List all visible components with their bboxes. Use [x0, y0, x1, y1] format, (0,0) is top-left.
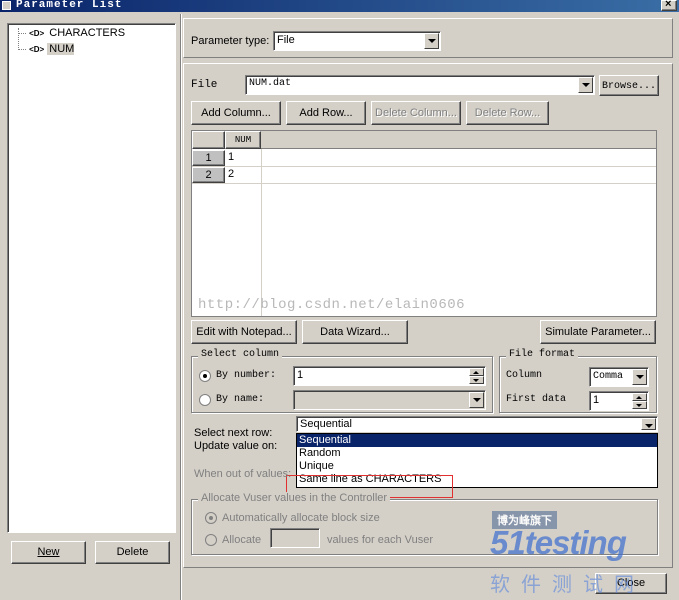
by-name-radio[interactable] — [199, 394, 211, 406]
tree-item-characters[interactable]: <D> CHARACTERS — [18, 27, 125, 41]
splitter[interactable] — [180, 14, 182, 600]
by-number-label: By number: — [216, 370, 277, 381]
data-wizard-button[interactable]: Data Wizard... — [302, 320, 408, 344]
close-icon: × — [665, 0, 672, 10]
by-number-spinner[interactable]: 1 — [293, 366, 486, 386]
chevron-down-icon[interactable] — [469, 392, 484, 408]
parameter-type-label: Parameter type: — [191, 35, 270, 47]
first-data-spinner[interactable]: 1 — [589, 391, 649, 411]
chevron-down-icon[interactable] — [578, 77, 593, 93]
grid-cell[interactable]: 1 — [228, 151, 234, 163]
grid-cell[interactable]: 2 — [228, 168, 234, 180]
delete-row-button[interactable]: Delete Row... — [466, 101, 549, 125]
by-name-label: By name: — [216, 394, 265, 405]
tree-item-label: NUM — [47, 43, 75, 55]
grid-column-divider — [261, 149, 262, 316]
dropdown-option-unique[interactable]: Unique — [297, 460, 657, 473]
allocate-suffix-label: values for each Vuser — [327, 534, 433, 546]
edit-with-notepad-button[interactable]: Edit with Notepad... — [191, 320, 297, 344]
by-number-radio[interactable] — [199, 370, 211, 382]
manual-allocate-radio[interactable] — [205, 534, 217, 546]
out-of-values-label: When out of values: — [194, 468, 292, 480]
parameter-type-select[interactable]: File — [273, 31, 441, 51]
by-name-select[interactable] — [293, 390, 486, 410]
parameter-type-panel: Parameter type: File — [183, 18, 673, 58]
grid-column-header[interactable]: NUM — [225, 131, 261, 149]
data-type-icon: <D> — [29, 29, 45, 38]
update-value-label: Update value on: — [194, 440, 278, 452]
tree-item-label: CHARACTERS — [49, 27, 126, 39]
row-number-header[interactable]: 1 — [192, 150, 225, 166]
chevron-down-icon[interactable] — [424, 33, 439, 49]
watermark: http://blog.csdn.net/elain0606 — [198, 297, 466, 313]
delete-column-button[interactable]: Delete Column... — [371, 101, 461, 125]
first-data-label: First data — [506, 394, 567, 405]
select-column-group: Select column By number: 1 By name: — [191, 349, 493, 413]
column-delimiter-label: Column — [506, 370, 543, 381]
window-title: Parameter List — [16, 0, 123, 11]
select-next-row-select[interactable]: Sequential — [296, 416, 658, 432]
close-button[interactable]: Close — [595, 573, 667, 594]
data-type-icon: <D> — [29, 45, 45, 54]
allocate-vuser-group: Allocate Vuser values in the Controller … — [191, 492, 658, 555]
chevron-down-icon[interactable] — [641, 418, 656, 430]
manual-allocate-label: Allocate — [222, 534, 262, 546]
browse-button[interactable]: Browse... — [599, 75, 659, 96]
grid-header-row: NUM — [192, 131, 656, 149]
add-column-button[interactable]: Add Column... — [191, 101, 281, 125]
simulate-parameter-button[interactable]: Simulate Parameter... — [540, 320, 656, 344]
dropdown-option-random[interactable]: Random — [297, 447, 657, 460]
allocate-vuser-title: Allocate Vuser values in the Controller — [198, 492, 391, 504]
file-label: File — [191, 79, 218, 91]
row-number-header[interactable]: 2 — [192, 167, 225, 183]
new-button[interactable]: New — [11, 541, 86, 564]
column-delimiter-select[interactable]: Comma — [589, 367, 649, 387]
auto-allocate-radio[interactable] — [205, 512, 217, 524]
delete-button[interactable]: Delete — [95, 541, 170, 564]
dropdown-option-sequential[interactable]: Sequential — [297, 434, 657, 447]
select-next-row-label: Select next row: — [194, 427, 273, 439]
file-combo[interactable]: NUM.dat — [245, 75, 595, 95]
data-grid[interactable]: NUM 1 1 2 2 http://blog.csdn.net/elain06… — [191, 130, 657, 317]
file-settings-panel: File NUM.dat Browse... Add Column... Add… — [183, 63, 673, 568]
spinner-arrows[interactable] — [469, 368, 484, 384]
grid-corner[interactable] — [192, 131, 225, 149]
auto-allocate-label: Automatically allocate block size — [222, 512, 380, 524]
spinner-arrows[interactable] — [632, 393, 647, 409]
add-row-button[interactable]: Add Row... — [286, 101, 366, 125]
file-format-title: File format — [506, 349, 579, 360]
title-bar[interactable]: Parameter List × — [0, 0, 679, 12]
close-window-button[interactable]: × — [661, 0, 677, 11]
chevron-down-icon[interactable] — [632, 369, 647, 385]
app-icon — [2, 1, 11, 10]
tree-item-num[interactable]: <D> NUM — [18, 43, 75, 57]
parameter-tree[interactable]: <D> CHARACTERS <D> NUM — [7, 23, 176, 533]
allocate-count-input[interactable] — [270, 528, 320, 548]
select-column-title: Select column — [198, 349, 283, 360]
file-format-group: File format Column Comma First data 1 — [499, 349, 657, 413]
